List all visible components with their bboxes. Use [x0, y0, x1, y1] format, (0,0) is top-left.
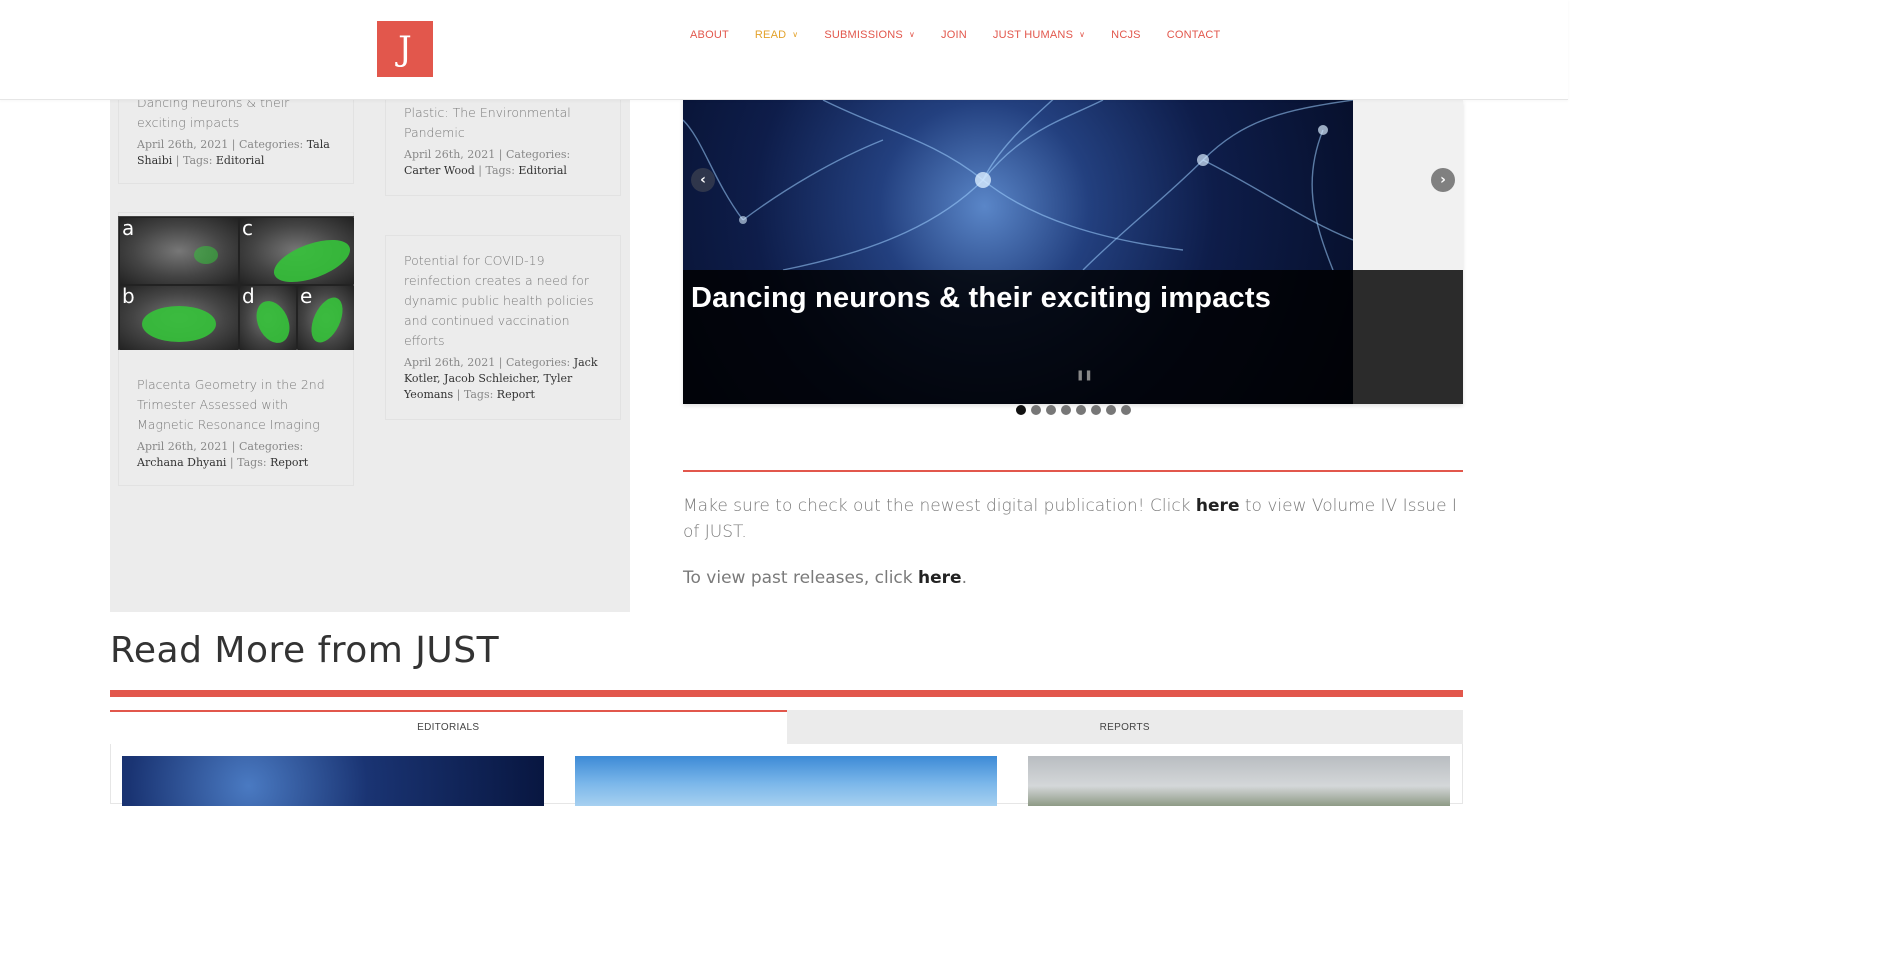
post-card: Plastic: The Environmental Pandemic Apri…: [385, 100, 621, 196]
post-body: Placenta Geometry in the 2nd Trimester A…: [137, 375, 337, 471]
post-author-link[interactable]: Carter Wood: [404, 164, 475, 177]
post-meta: April 26th, 2021 | Categories: Carter Wo…: [404, 148, 571, 177]
nav-item-label: CONTACT: [1166, 29, 1221, 41]
chevron-left-icon[interactable]: ‹: [691, 168, 715, 192]
mri-label: e: [300, 286, 313, 308]
mri-highlight: [142, 306, 216, 342]
mri-panel-c: c: [240, 218, 354, 284]
slider-dot[interactable]: [1121, 405, 1131, 415]
chevron-down-icon: ∨: [792, 29, 799, 39]
past-releases-link[interactable]: here: [918, 568, 962, 588]
mri-label: c: [242, 218, 253, 240]
nav-item-label: JOIN: [941, 29, 967, 41]
slider-dot[interactable]: [1091, 405, 1101, 415]
slider-dot[interactable]: [1061, 405, 1071, 415]
post-title[interactable]: Plastic: The Environmental Pandemic: [404, 103, 602, 143]
post-tag-link[interactable]: Report: [270, 456, 308, 469]
post-title[interactable]: Dancing neurons & their exciting impacts: [137, 100, 335, 133]
nav-item-read[interactable]: READ ∨: [755, 29, 798, 41]
slide-caption-title[interactable]: Dancing neurons & their exciting impacts: [691, 282, 1271, 315]
slider-pagination: [1016, 405, 1131, 415]
nav-item-submissions[interactable]: SUBMISSIONS ∨: [824, 29, 915, 41]
pause-icon[interactable]: ❚❚: [1076, 370, 1093, 381]
current-issue-link[interactable]: here: [1196, 496, 1240, 516]
section-divider: [110, 690, 1463, 697]
slider-dot[interactable]: [1016, 405, 1026, 415]
mri-label: b: [122, 286, 135, 308]
chevron-down-icon: ∨: [1079, 29, 1086, 39]
recent-posts-panel: Dancing neurons & their exciting impacts…: [110, 100, 630, 612]
slider-dot[interactable]: [1106, 405, 1116, 415]
featured-slider[interactable]: Dancing neurons & their exciting impacts…: [683, 100, 1463, 404]
tab-editorials[interactable]: EDITORIALS: [110, 710, 787, 744]
mri-figure-image[interactable]: a c b d e: [118, 216, 354, 350]
slider-dot[interactable]: [1076, 405, 1086, 415]
nav-item-label: READ: [754, 29, 787, 41]
nav-item-label: ABOUT: [690, 29, 729, 41]
mri-label: d: [242, 286, 255, 308]
post-title[interactable]: Placenta Geometry in the 2nd Trimester A…: [137, 375, 337, 435]
nav-item-about[interactable]: ABOUT: [690, 29, 729, 41]
slider-dot[interactable]: [1031, 405, 1041, 415]
chevron-down-icon: ∨: [908, 29, 916, 39]
mri-panel-e: e: [298, 286, 354, 350]
post-meta: April 26th, 2021 | Categories: Jack Kotl…: [404, 356, 598, 401]
nav-item-label: SUBMISSIONS: [824, 29, 903, 41]
site-logo[interactable]: J: [377, 21, 433, 77]
slide-caption: Dancing neurons & their exciting impacts…: [683, 270, 1463, 404]
article-thumbnail[interactable]: [1028, 756, 1450, 806]
post-meta: April 26th, 2021 | Categories: Archana D…: [137, 440, 309, 469]
mri-highlight: [194, 246, 218, 264]
nav-item-join[interactable]: JOIN: [941, 29, 967, 41]
post-title[interactable]: Potential for COVID-19 reinfection creat…: [404, 251, 602, 351]
nav-item-label: JUST HUMANS: [992, 29, 1074, 41]
mri-highlight: [268, 231, 354, 284]
post-meta: April 26th, 2021 | Categories: Tala Shai…: [137, 138, 330, 167]
post-card: Potential for COVID-19 reinfection creat…: [385, 235, 621, 420]
slider-dot[interactable]: [1046, 405, 1056, 415]
main-nav: ABOUT READ ∨ SUBMISSIONS ∨ JOIN JUST HUMANS ∨ NC…: [690, 29, 1246, 41]
nav-item-contact[interactable]: CONTACT: [1167, 29, 1221, 41]
post-card: Dancing neurons & their exciting impacts…: [118, 100, 354, 184]
chevron-right-icon[interactable]: ›: [1431, 168, 1455, 192]
article-thumbnail[interactable]: [122, 756, 544, 806]
post-author-link[interactable]: Archana Dhyani: [137, 456, 226, 469]
publication-notice: Make sure to check out the newest digita…: [683, 496, 1457, 542]
section-heading: Read More from JUST: [110, 630, 500, 671]
nav-item-just-humans[interactable]: JUST HUMANS ∨: [993, 29, 1085, 41]
mri-panel-d: d: [240, 286, 296, 350]
tab-reports[interactable]: REPORTS: [786, 710, 1463, 744]
read-more-tabs: EDITORIALS REPORTS: [110, 710, 1463, 744]
mri-label: a: [122, 218, 135, 240]
mri-panel-a: a: [120, 218, 238, 284]
mri-highlight: [250, 295, 296, 349]
post-tag-link[interactable]: Editorial: [216, 154, 265, 167]
past-releases-notice: To view past releases, click here.: [683, 568, 967, 588]
section-divider: [683, 470, 1463, 472]
nav-item-label: NCJS: [1111, 29, 1141, 41]
nav-item-ncjs[interactable]: NCJS: [1111, 29, 1141, 41]
article-thumbnail[interactable]: [575, 756, 997, 806]
site-header: J ABOUT READ ∨ SUBMISSIONS ∨ JOIN JUST HUMANS ∨…: [0, 0, 1568, 100]
post-tag-link[interactable]: Editorial: [518, 164, 567, 177]
mri-panel-b: b: [120, 286, 238, 350]
post-tag-link[interactable]: Report: [497, 388, 535, 401]
